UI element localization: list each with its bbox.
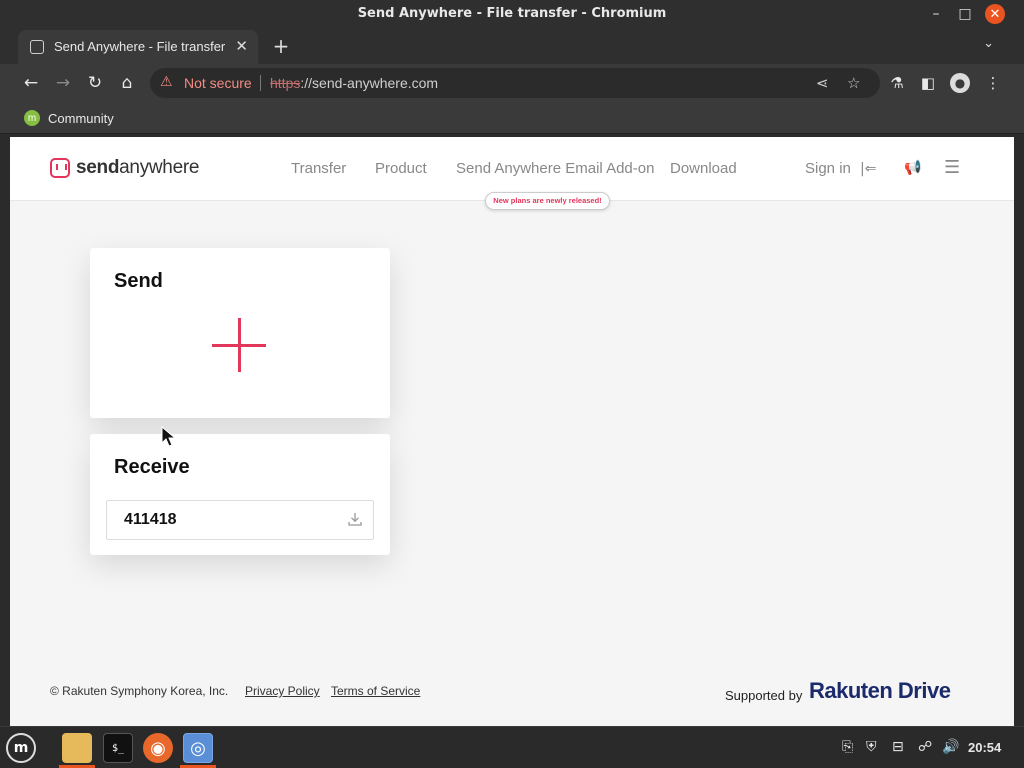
- tab-close-icon[interactable]: ✕: [235, 37, 248, 55]
- bookmark-star-icon[interactable]: ☆: [847, 74, 860, 92]
- hamburger-menu-icon[interactable]: ☰: [944, 157, 960, 178]
- logo-text-light: anywhere: [119, 157, 200, 178]
- receive-card: Receive 411418: [90, 434, 390, 555]
- terms-of-service-link[interactable]: Terms of Service: [331, 684, 420, 698]
- share-icon[interactable]: ⋖: [816, 74, 829, 92]
- tab-send-anywhere[interactable]: Send Anywhere - File transfer ✕: [18, 30, 258, 64]
- side-panel-icon[interactable]: ◧: [917, 72, 939, 94]
- sign-in-link[interactable]: Sign in: [805, 160, 851, 177]
- files-folder-icon[interactable]: ▬: [62, 733, 92, 763]
- profile-avatar-icon[interactable]: ●: [950, 73, 970, 93]
- announcement-megaphone-icon[interactable]: 📢: [904, 160, 921, 176]
- send-anywhere-logo-icon: [50, 158, 70, 178]
- url-host: ://send-anywhere.com: [300, 75, 439, 91]
- warning-icon[interactable]: ⚠: [160, 74, 173, 90]
- browser-menu-icon[interactable]: ⋮: [982, 72, 1004, 94]
- new-tab-button[interactable]: +: [270, 34, 292, 58]
- volume-icon[interactable]: 🔊: [942, 739, 959, 755]
- bookmarks-bar: m Community: [0, 102, 1024, 134]
- receive-key-input[interactable]: 411418: [106, 500, 374, 540]
- bookmark-label: Community: [48, 110, 114, 126]
- close-window-button[interactable]: ✕: [985, 4, 1005, 24]
- logo-text-bold: send: [76, 157, 120, 178]
- send-card[interactable]: Send: [90, 248, 390, 418]
- start-menu-mint-icon[interactable]: m: [6, 733, 36, 763]
- drive-text: Drive: [897, 678, 951, 703]
- omnibox-divider: [260, 75, 261, 91]
- maximize-button[interactable]: □: [955, 4, 975, 24]
- mouse-pointer-icon: [161, 426, 177, 447]
- new-plans-badge[interactable]: New plans are newly released!: [485, 192, 610, 210]
- tab-search-chevron-icon[interactable]: ⌄: [983, 36, 994, 51]
- linux-mint-icon: m: [24, 110, 40, 126]
- nav-download[interactable]: Download: [670, 160, 737, 177]
- receive-key-value: 411418: [124, 511, 177, 528]
- send-anywhere-logo[interactable]: sendanywhere: [50, 157, 199, 179]
- clock[interactable]: 20:54: [968, 740, 1001, 755]
- nav-email-add-on[interactable]: Send Anywhere Email Add-on: [456, 160, 654, 177]
- copyright-text: © Rakuten Symphony Korea, Inc.: [50, 684, 229, 698]
- rakuten-drive-logo[interactable]: Rakuten Drive: [809, 678, 951, 704]
- network-icon[interactable]: ☍: [918, 739, 932, 755]
- shield-icon[interactable]: ⛨: [866, 739, 877, 755]
- terminal-icon[interactable]: $_: [103, 733, 133, 763]
- nav-product[interactable]: Product: [375, 160, 427, 177]
- update-manager-icon[interactable]: ⊟: [892, 739, 904, 755]
- chromium-icon[interactable]: ◎: [183, 733, 213, 763]
- tab-title: Send Anywhere - File transfer: [54, 39, 226, 54]
- firefox-icon[interactable]: ◉: [143, 733, 173, 763]
- supported-by-text: Supported by: [725, 688, 803, 703]
- tab-strip: Send Anywhere - File transfer ✕: [0, 28, 1024, 64]
- window-title: Send Anywhere - File transfer - Chromium: [357, 6, 667, 21]
- reload-button[interactable]: ↻: [84, 72, 106, 94]
- minimize-button[interactable]: –: [926, 4, 946, 24]
- home-button[interactable]: ⌂: [116, 72, 138, 94]
- url-scheme: https: [270, 75, 301, 91]
- add-files-plus-icon[interactable]: [212, 318, 268, 374]
- send-card-title: Send: [114, 270, 163, 292]
- browser-toolbar: ← → ↻ ⌂ ⚠ Not secure https://send-anywhe…: [0, 64, 1024, 102]
- logo-text: sendanywhere: [76, 157, 199, 179]
- window-titlebar: Send Anywhere - File transfer - Chromium…: [0, 0, 1024, 28]
- security-label[interactable]: Not secure: [184, 75, 252, 91]
- privacy-policy-link[interactable]: Privacy Policy: [245, 684, 320, 698]
- receive-card-title: Receive: [114, 456, 190, 478]
- forward-button[interactable]: →: [52, 72, 74, 94]
- back-button[interactable]: ←: [20, 72, 42, 94]
- clipboard-icon[interactable]: ⎘: [842, 739, 853, 755]
- rakuten-text: Rakuten: [809, 678, 898, 703]
- tab-favicon-icon: [30, 40, 44, 54]
- system-taskbar: m ▬ $_ ◉ ◎ ⎘ ⛨ ⊟ ☍ 🔊 20:54: [0, 726, 1024, 768]
- address-bar[interactable]: ⚠ Not secure https://send-anywhere.com ⋖…: [150, 68, 880, 98]
- extensions-icon[interactable]: ⚗: [886, 72, 908, 94]
- url-text[interactable]: https://send-anywhere.com: [270, 75, 438, 91]
- sign-in-arrow-icon[interactable]: |⇐: [860, 161, 876, 177]
- bookmark-community[interactable]: m Community: [24, 110, 114, 126]
- nav-transfer[interactable]: Transfer: [291, 160, 346, 177]
- download-icon[interactable]: [347, 511, 363, 527]
